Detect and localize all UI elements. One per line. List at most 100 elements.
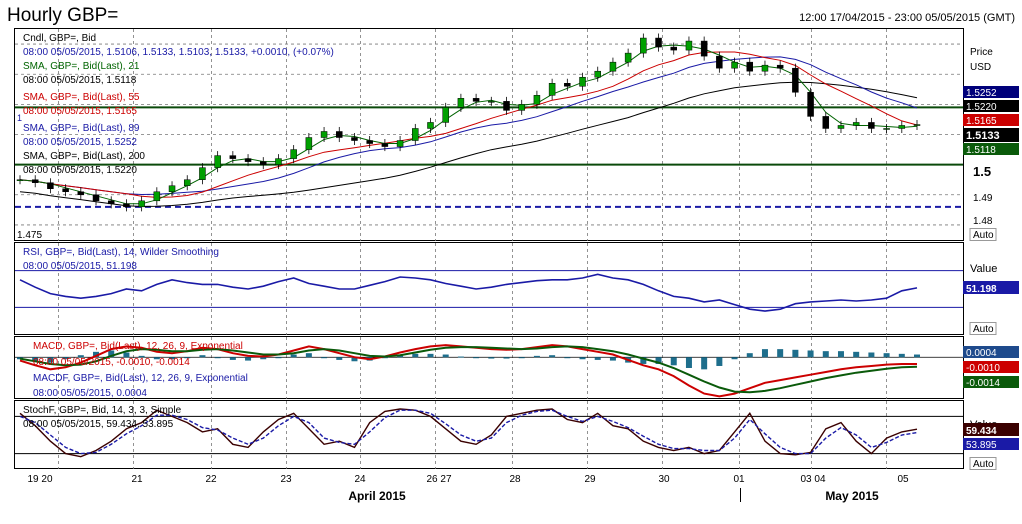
- candle-body: [442, 107, 449, 123]
- macd-histogram-bar: [229, 357, 236, 360]
- legend-line: SMA, GBP=, Bid(Last), 55: [23, 92, 140, 103]
- macd-histogram-bar: [883, 353, 890, 358]
- price-axis-title: Price: [970, 47, 993, 58]
- macd-legend-line: MACD, GBP=, Bid(Last), 12, 26, 9, Expone…: [33, 341, 243, 352]
- candle-body: [396, 140, 404, 147]
- stoch-auto-label: Auto: [973, 459, 994, 470]
- candle-body: [609, 61, 617, 72]
- candle-body: [883, 128, 890, 130]
- candle-body: [199, 167, 206, 180]
- day-label: 21: [131, 474, 143, 485]
- stoch-legend-line: StochF, GBP=, Bid, 14, 3, 3, Simple: [23, 405, 182, 416]
- macd-histogram-bar: [549, 355, 556, 358]
- badge-sma21-label: 1.5118: [966, 145, 996, 156]
- macd-histogram-bar: [670, 357, 677, 366]
- macd-histogram-bar: [761, 349, 768, 358]
- candle-body: [260, 161, 267, 165]
- badge-last-price-label: 1.5133: [966, 130, 1000, 142]
- macd-histogram-bar: [564, 357, 571, 359]
- candle-body: [168, 185, 176, 193]
- legend-line: Cndl, GBP=, Bid: [23, 33, 96, 44]
- macd-histogram-bar: [290, 354, 297, 358]
- price-axis-unit: USD: [970, 62, 991, 73]
- macd-histogram-bar: [275, 357, 282, 359]
- macd-histogram-bar: [214, 357, 221, 359]
- price-tick: 1.5: [973, 164, 991, 179]
- candle-body: [123, 203, 130, 208]
- legend-line: 08:00 05/05/2015, 1.5165: [23, 106, 137, 117]
- day-label: 26 27: [426, 474, 451, 485]
- macd-histogram-bar: [716, 357, 723, 366]
- macd-histogram-bar: [305, 353, 312, 358]
- candle-body: [290, 149, 297, 159]
- candle-body: [47, 182, 54, 190]
- candle-body: [807, 92, 814, 117]
- rsi-badge-label: 51.198: [966, 284, 997, 295]
- candle-body: [640, 37, 647, 54]
- x-axis: 19 20 21 22 23 24 26 27 28 29 30 01 03 0…: [27, 474, 909, 503]
- macd-histogram-bar: [609, 357, 616, 361]
- candle-body: [62, 188, 69, 193]
- macd-badge-label: -0.0010: [966, 363, 1000, 374]
- candle-body: [77, 191, 85, 196]
- candle-body: [548, 83, 556, 96]
- low-price-label: 1.475: [17, 230, 42, 241]
- candle-body: [503, 101, 510, 111]
- badge-sma89-label: 1.5252: [966, 88, 997, 99]
- macd-histogram-bar: [321, 357, 328, 359]
- candle-body: [731, 61, 738, 69]
- macd-histogram-bar: [594, 357, 601, 360]
- candle-body: [366, 140, 373, 144]
- candle-body: [107, 200, 115, 205]
- macd-histogram-bar: [914, 354, 920, 358]
- rsi-line: [19, 273, 918, 312]
- macd-histogram-bar: [412, 353, 419, 358]
- macd-histogram-bar: [822, 351, 829, 358]
- candle-body: [412, 128, 419, 141]
- series-layer: [16, 33, 921, 458]
- day-label: 29: [584, 474, 596, 485]
- stoch-legend-line: 08:00 05/05/2015, 59.434, 53.895: [23, 419, 174, 430]
- candle-body: [579, 76, 586, 87]
- badge-sma55-label: 1.5165: [966, 116, 997, 127]
- legend-line: SMA, GBP=, Bid(Last), 21: [23, 61, 140, 72]
- price-tick: 1.48: [973, 216, 993, 227]
- macd-histogram-bar: [898, 353, 905, 358]
- macd-histogram-bar: [533, 355, 540, 358]
- candle-body: [381, 143, 389, 147]
- candle-body: [320, 131, 328, 138]
- candle-body: [275, 158, 282, 165]
- day-label: 22: [205, 474, 217, 485]
- macd-histogram-bar: [746, 353, 753, 358]
- stoch-k-badge-label: 59.434: [966, 426, 997, 437]
- macd-histogram-bar: [427, 353, 434, 358]
- candle-body: [138, 200, 145, 208]
- macd-histogram-bar: [868, 352, 875, 358]
- candle-body: [761, 64, 769, 72]
- candle-body: [746, 61, 754, 72]
- macd-histogram-bar: [701, 357, 708, 370]
- day-label: 23: [280, 474, 292, 485]
- candle-body: [183, 179, 191, 186]
- macd-histogram-bar: [457, 356, 464, 358]
- rsi-legend-line: 08:00 05/05/2015, 51.198: [23, 261, 137, 272]
- macd-histogram-bar: [199, 355, 206, 358]
- day-label: 01: [733, 474, 745, 485]
- candle-body: [472, 98, 480, 102]
- candle-body: [31, 179, 39, 183]
- candle-body: [488, 101, 495, 103]
- macd-histogram-bar: [503, 357, 510, 359]
- legend-line: 08:00 05/05/2015, 1.5220: [23, 165, 137, 176]
- price-badges: 1.5252 1.5220 1.5165 1.5133 1.5118: [963, 86, 1019, 156]
- candle-body: [427, 122, 434, 129]
- candle-body: [214, 155, 221, 168]
- stoch-d-badge-label: 53.895: [966, 440, 997, 451]
- candle-body: [457, 98, 465, 108]
- candle-body: [533, 95, 541, 105]
- macd-histogram-bar: [792, 349, 799, 358]
- candle-body: [16, 179, 24, 181]
- main-auto-label: Auto: [973, 230, 994, 241]
- macd-histogram-bar: [336, 357, 343, 360]
- macd-legend-line: 08:00 05/05/2015, -0.0010, -0.0014: [33, 357, 190, 368]
- legend-line: 08:00 05/05/2015, 1.5106, 1.5133, 1.5103…: [23, 47, 334, 58]
